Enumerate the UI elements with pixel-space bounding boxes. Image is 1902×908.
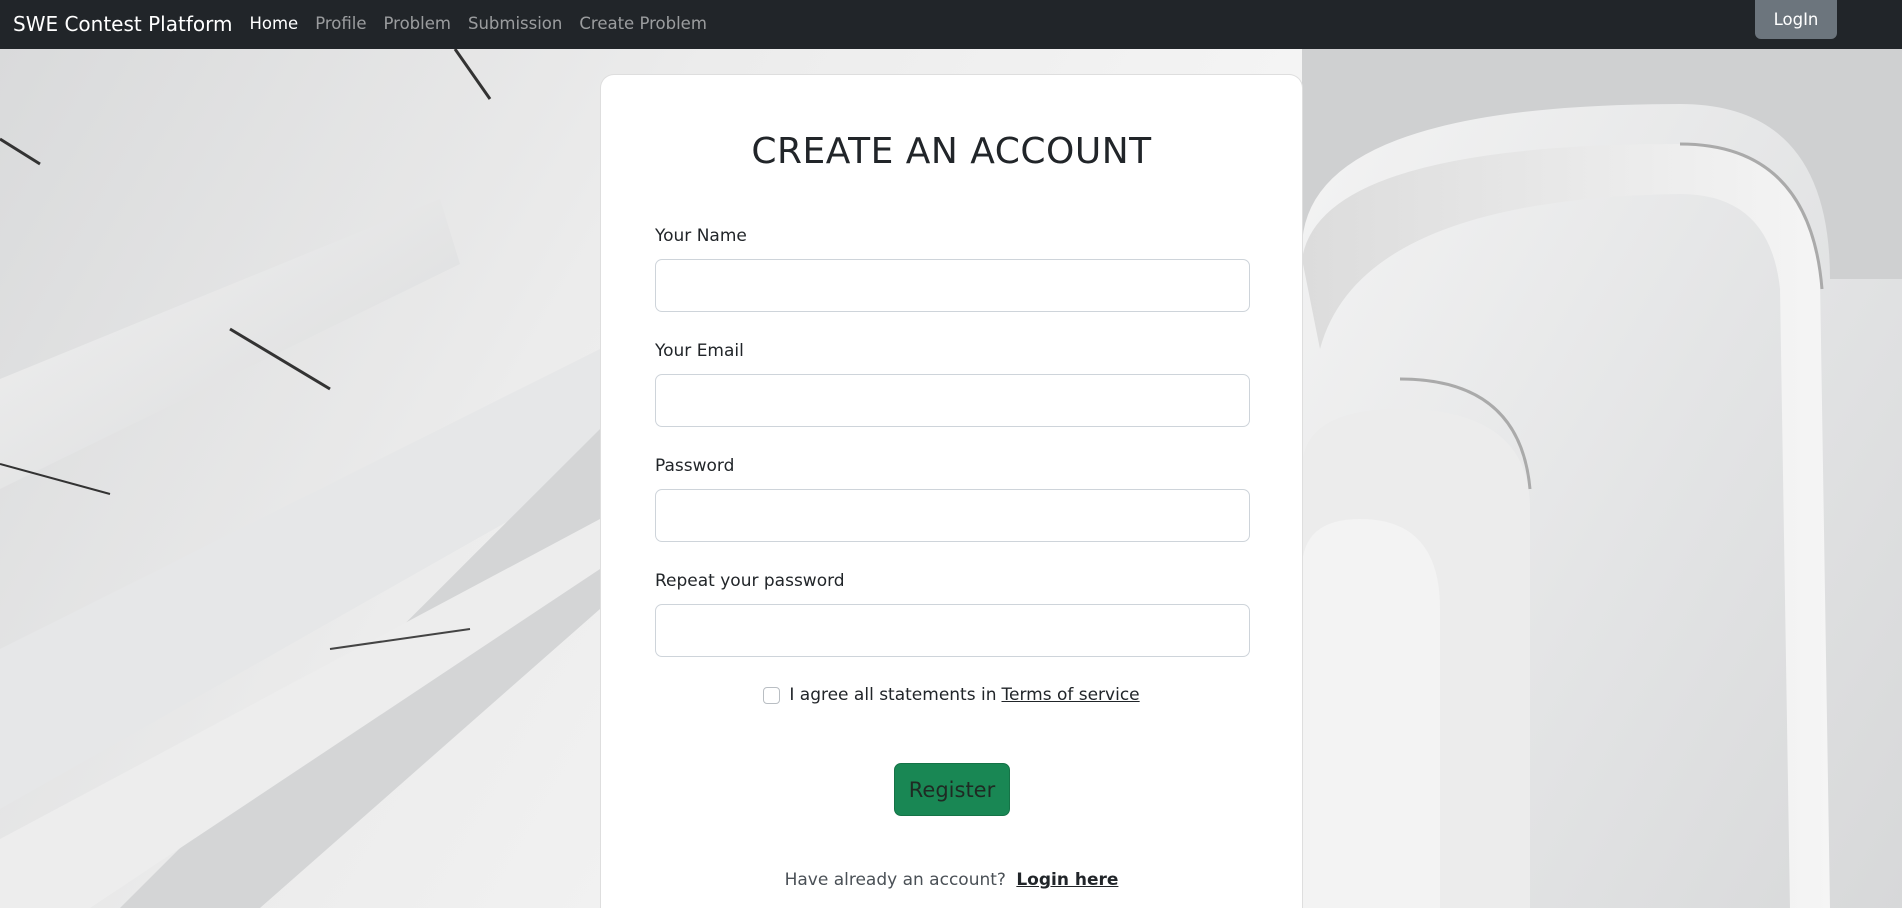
nav-link-create-problem[interactable]: Create Problem	[579, 14, 707, 33]
password-input[interactable]	[655, 489, 1250, 542]
repeat-password-input[interactable]	[655, 604, 1250, 657]
top-navbar: SWE Contest Platform Home Profile Proble…	[0, 0, 1902, 49]
login-here-link[interactable]: Login here	[1016, 870, 1118, 890]
email-label: Your Email	[655, 341, 744, 361]
terms-of-service-link[interactable]: Terms of service	[1001, 685, 1139, 705]
nav-link-problem[interactable]: Problem	[384, 14, 451, 33]
login-button[interactable]: LogIn	[1755, 0, 1837, 39]
nav-link-submission[interactable]: Submission	[468, 14, 562, 33]
login-prompt-row: Have already an account? Login here	[601, 870, 1302, 890]
name-input[interactable]	[655, 259, 1250, 312]
name-label: Your Name	[655, 226, 747, 246]
page-title: CREATE AN ACCOUNT	[751, 131, 1152, 172]
email-input[interactable]	[655, 374, 1250, 427]
login-prompt-text: Have already an account?	[784, 870, 1006, 890]
nav-link-profile[interactable]: Profile	[315, 14, 366, 33]
terms-checkbox[interactable]	[763, 686, 781, 704]
repeat-password-label: Repeat your password	[655, 571, 845, 591]
terms-agreement-row: I agree all statements in Terms of servi…	[601, 685, 1302, 705]
register-button[interactable]: Register	[894, 763, 1010, 816]
password-label: Password	[655, 456, 735, 476]
nav-link-home[interactable]: Home	[249, 14, 298, 33]
brand-link[interactable]: SWE Contest Platform	[13, 12, 232, 36]
agree-text: I agree all statements in	[789, 685, 997, 705]
register-card: CREATE AN ACCOUNT Your Name Your Email P…	[600, 74, 1303, 908]
